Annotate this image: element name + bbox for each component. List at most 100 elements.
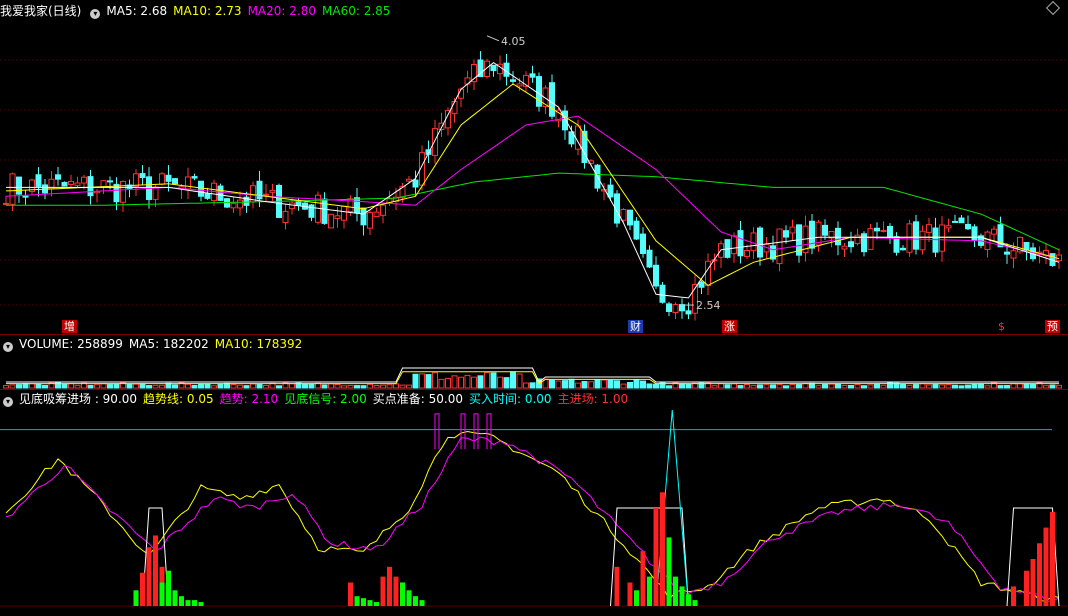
bottom-signal-bar — [406, 590, 412, 606]
volume-bar — [711, 385, 718, 389]
volume-bar — [562, 380, 568, 389]
volume-bar — [529, 382, 536, 389]
volume-bar — [22, 383, 29, 389]
volume-bar — [302, 383, 308, 389]
volume-bar — [523, 382, 529, 389]
candle-body — [939, 224, 945, 252]
volume-bar — [919, 383, 926, 389]
volume-bar — [217, 383, 224, 389]
candle-body — [854, 234, 861, 244]
volume-bar — [653, 383, 659, 389]
volume-bar — [1004, 385, 1010, 389]
volume-bar — [198, 383, 204, 389]
bottom-signal-bar — [367, 600, 373, 606]
volume-bar — [185, 383, 191, 389]
candle-body — [81, 176, 87, 184]
candle-body — [971, 226, 978, 241]
candle-body — [55, 174, 61, 180]
volume-bar — [16, 384, 22, 389]
volume-bar — [133, 383, 139, 389]
volume-bar — [633, 379, 640, 389]
volume-bar — [945, 384, 952, 389]
volume-bar — [822, 384, 828, 389]
marker-dollar[interactable]: $ — [996, 320, 1007, 333]
volume-bar — [594, 379, 601, 389]
candle-body — [841, 245, 848, 250]
volume-bar — [503, 377, 510, 389]
volume-bar — [139, 383, 146, 389]
candle-body — [783, 230, 789, 238]
bottom-signal-bar — [361, 598, 366, 606]
volume-bar — [607, 379, 614, 389]
candle-body — [887, 225, 893, 238]
buy-time-pulse-1 — [460, 413, 466, 450]
marker-zhang[interactable]: 涨 — [722, 320, 737, 333]
marker-zeng[interactable]: 增 — [62, 320, 77, 333]
volume-bar — [939, 384, 945, 389]
volume-ma5-line — [6, 367, 1059, 383]
candle-body — [705, 260, 711, 287]
candle-body — [451, 101, 458, 114]
candle-body — [646, 249, 653, 268]
volume-bar — [913, 384, 919, 389]
candle-body — [919, 230, 926, 251]
volume-bar — [958, 385, 965, 389]
marker-yu[interactable]: 预 — [1045, 320, 1060, 333]
candle-body — [360, 207, 367, 226]
buy-time-pulse-3 — [486, 413, 492, 450]
bottom-signal-bar — [354, 596, 360, 606]
candle-body — [926, 224, 932, 233]
marker-cai[interactable]: 财 — [628, 320, 643, 333]
volume-bar — [159, 384, 165, 389]
high-pointer — [486, 35, 500, 42]
volume-bar — [1017, 383, 1023, 389]
volume-bar — [627, 382, 633, 389]
volume-bar — [770, 384, 776, 389]
volume-bar — [867, 384, 874, 389]
candle-body — [334, 215, 341, 219]
volume-bar — [334, 383, 341, 389]
volume-bar — [35, 383, 42, 389]
candle-body — [22, 195, 29, 198]
bottom-signal-bar — [185, 600, 191, 606]
volume-bar — [588, 381, 594, 389]
bottom-signal-bar — [172, 590, 178, 606]
bottom-signal-bar — [166, 570, 171, 606]
candle-body — [750, 232, 757, 252]
stock-chart[interactable]: 4.05 2.54 — [0, 0, 1068, 616]
candle-body — [835, 227, 841, 246]
volume-bar — [360, 385, 367, 389]
volume-bar — [783, 385, 789, 389]
volume-bar — [978, 383, 984, 389]
candle-body — [9, 173, 16, 205]
candle-body — [867, 228, 874, 250]
candle-body — [984, 231, 991, 250]
candle-body — [152, 186, 159, 200]
volume-bar — [9, 384, 16, 389]
volume-bar — [718, 383, 724, 389]
candle-body — [607, 184, 614, 198]
volume-bar — [256, 384, 263, 389]
candle-body — [237, 199, 243, 209]
bottom-signal-bar — [692, 600, 698, 606]
main-entry-bar — [1037, 543, 1042, 606]
main-entry-bar — [627, 582, 633, 606]
volume-bar — [776, 384, 783, 389]
candle-body — [412, 179, 419, 188]
candle-body — [653, 264, 659, 287]
candle-body — [958, 217, 965, 224]
candle-body — [341, 205, 347, 221]
volume-bar — [146, 385, 152, 389]
volume-bar — [789, 384, 796, 389]
volume-bar — [497, 376, 503, 389]
volume-bar — [815, 385, 822, 389]
candle-body — [848, 241, 854, 248]
volume-bar — [94, 384, 100, 389]
volume-bar — [204, 383, 211, 389]
volume-bar — [328, 383, 334, 389]
volume-bar — [308, 383, 315, 389]
volume-bar — [757, 384, 763, 389]
candle-body — [744, 249, 750, 257]
bottom-signal-bar — [413, 596, 418, 606]
candle-body — [913, 221, 919, 250]
